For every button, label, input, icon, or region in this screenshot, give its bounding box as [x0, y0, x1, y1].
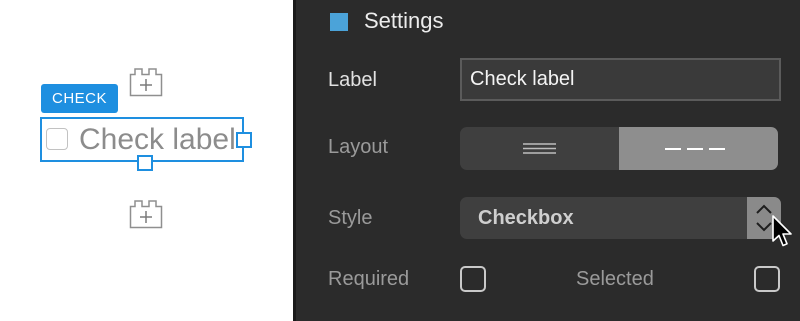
layout-field-label: Layout: [328, 136, 389, 158]
checkbox-preview-label: Check label: [79, 123, 236, 156]
selected-field-label: Selected: [576, 268, 654, 290]
label-field-label: Label: [328, 69, 377, 91]
settings-title: Settings: [364, 8, 444, 33]
resize-handle-bottom[interactable]: [137, 155, 153, 171]
inline-dashes-icon: [665, 148, 725, 150]
label-input[interactable]: [460, 58, 781, 101]
layout-inline-option[interactable]: [619, 127, 778, 170]
selected-checkbox[interactable]: [754, 266, 780, 292]
required-field-label: Required: [328, 268, 410, 290]
style-select-value: Checkbox: [478, 207, 574, 229]
add-element-below-icon[interactable]: [129, 199, 163, 229]
checkbox-preview[interactable]: [46, 128, 68, 150]
mouse-pointer-icon: [772, 215, 792, 247]
required-checkbox[interactable]: [460, 266, 486, 292]
settings-panel: Settings Label Layout Style Checkbox Req…: [296, 0, 800, 321]
element-type-tag: CHECK: [41, 84, 118, 113]
add-element-above-icon[interactable]: [129, 67, 163, 97]
stacked-lines-icon: [523, 143, 556, 154]
layout-stacked-option[interactable]: [460, 127, 619, 170]
resize-handle-right[interactable]: [236, 132, 252, 148]
form-canvas: CHECK Check label: [0, 0, 293, 321]
style-select[interactable]: Checkbox: [460, 197, 781, 239]
settings-square-icon: [330, 13, 348, 31]
style-field-label: Style: [328, 207, 373, 229]
